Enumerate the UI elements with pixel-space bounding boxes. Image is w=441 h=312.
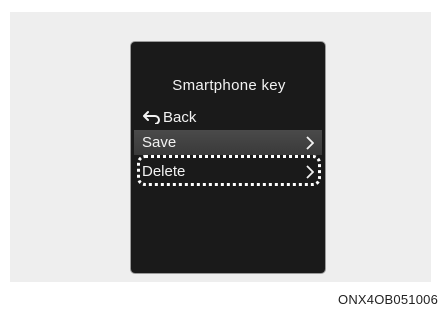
chevron-right-icon (306, 164, 314, 179)
chevron-right-icon (306, 135, 314, 150)
menu-item-delete[interactable]: Delete (134, 159, 322, 184)
back-arrow-icon (143, 111, 160, 124)
back-label: Back (163, 108, 197, 126)
menu-item-label: Delete (142, 163, 186, 180)
screen-title: Smartphone key (172, 77, 286, 94)
menu-item-save[interactable]: Save (134, 130, 322, 155)
cluster-display: Smartphone key Back Save Delete (130, 41, 326, 274)
figure-code: ONX4OB051006 (338, 292, 438, 307)
back-button[interactable]: Back (143, 107, 196, 127)
menu-item-label: Save (142, 134, 177, 151)
